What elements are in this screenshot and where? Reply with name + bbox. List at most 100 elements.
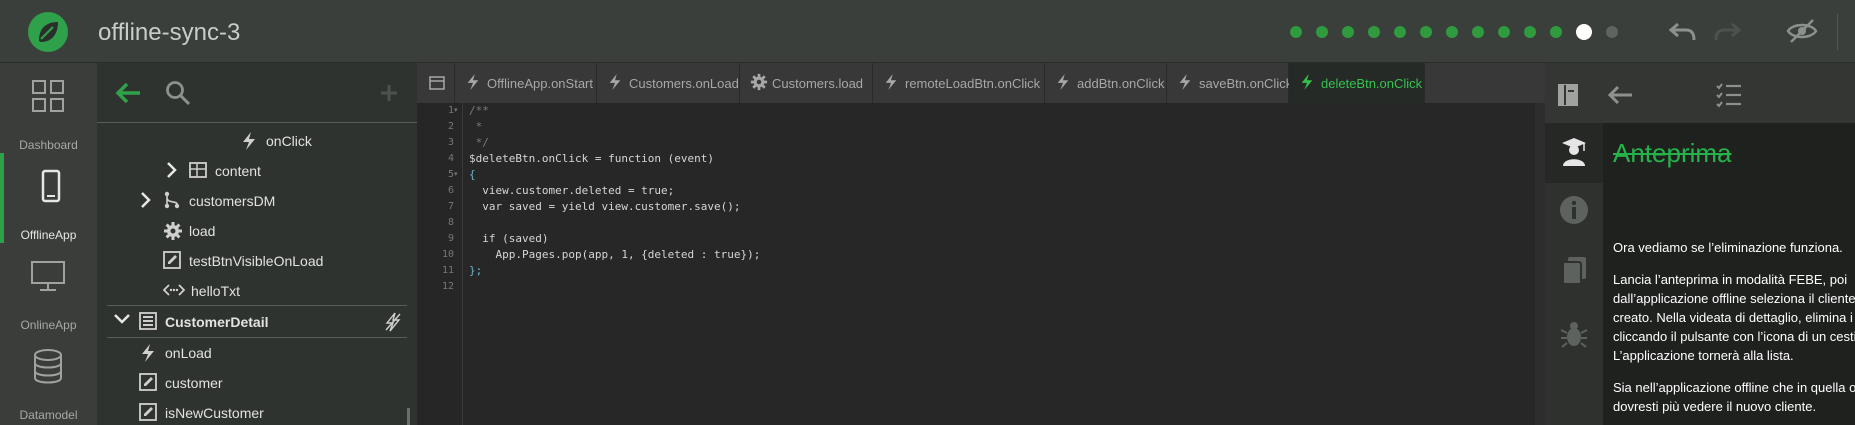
project-tree-panel: onClick content customersDM load testBtn… <box>97 63 417 425</box>
tree-item[interactable]: helloTxt <box>97 276 407 306</box>
progress-dot[interactable] <box>1342 26 1354 38</box>
progress-dot-current[interactable] <box>1576 24 1592 40</box>
tree-item[interactable]: customersDM <box>97 186 407 216</box>
nav-item-onlineapp[interactable]: OnlineApp <box>0 243 97 333</box>
preview-paragraph: Ora vediamo se l’eliminazione funziona. <box>1613 240 1843 255</box>
tutor-tab[interactable] <box>1545 123 1603 183</box>
info-icon[interactable] <box>1559 195 1589 230</box>
edit-icon <box>139 373 157 394</box>
preview-panel: Anteprima Ora vediamo se l’eliminazione … <box>1545 63 1855 425</box>
tree-item-label: onClick <box>266 133 312 149</box>
progress-dot[interactable] <box>1472 26 1484 38</box>
editor-toggle-button[interactable] <box>417 63 455 103</box>
tab-remoteloadbtn-onclick[interactable]: remoteLoadBtn.onClick <box>873 63 1045 103</box>
progress-dot[interactable] <box>1420 26 1432 38</box>
hide-preview-icon[interactable] <box>1785 18 1819 49</box>
leaf-logo-icon[interactable] <box>28 12 68 52</box>
code-line: { <box>469 168 476 181</box>
search-icon[interactable] <box>165 80 191 111</box>
code-editor: OfflineApp.onStart Customers.onLoad Cust… <box>417 63 1545 425</box>
line-number: 1 <box>447 105 454 116</box>
monitor-icon <box>31 259 65 298</box>
redo-icon[interactable] <box>1712 20 1742 49</box>
nav-label: OfflineApp <box>20 228 77 242</box>
book-icon[interactable] <box>1557 83 1579 112</box>
preview-paragraph-line: cliccando il pulsante con l’icona di un … <box>1613 329 1855 344</box>
tab-addbtn-onclick[interactable]: addBtn.onClick <box>1045 63 1167 103</box>
tree-item-page[interactable]: CustomerDetail <box>97 307 407 337</box>
gear-icon <box>163 221 183 244</box>
chevron-right-icon[interactable] <box>165 161 177 182</box>
progress-dot[interactable] <box>1368 26 1380 38</box>
chevron-down-icon[interactable] <box>113 312 131 329</box>
tab-offlineapp-onstart[interactable]: OfflineApp.onStart <box>455 63 597 103</box>
tab-customers-load[interactable]: Customers.load <box>740 63 873 103</box>
progress-dot[interactable] <box>1316 26 1328 38</box>
preview-paragraph-line: dovresti più vedere il nuovo cliente. <box>1613 399 1817 414</box>
gear-icon <box>750 73 768 94</box>
preview-paragraph-line: L’applicazione tornerà alla lista. <box>1613 348 1794 363</box>
nav-item-datamodel[interactable]: Datamodel <box>0 333 97 423</box>
code-line: */ <box>469 136 489 149</box>
fold-marker-icon[interactable]: ▾ <box>454 106 458 114</box>
tab-label: deleteBtn.onClick <box>1321 76 1423 91</box>
bug-icon[interactable] <box>1559 319 1589 354</box>
line-number: 9 <box>447 233 454 244</box>
tree-item[interactable]: onClick <box>97 126 407 156</box>
code-line: if (saved) <box>469 232 549 245</box>
tree-scrollbar[interactable] <box>407 408 410 425</box>
back-arrow-icon[interactable] <box>115 82 141 109</box>
tab-label: remoteLoadBtn.onClick <box>905 76 1041 91</box>
tab-deletebtn-onclick[interactable]: deleteBtn.onClick <box>1289 63 1425 103</box>
tab-savebtn-onclick[interactable]: saveBtn.onClick <box>1167 63 1292 103</box>
progress-dot[interactable] <box>1394 26 1406 38</box>
fold-marker-icon[interactable]: ▾ <box>454 170 458 178</box>
progress-dot[interactable] <box>1550 26 1562 38</box>
header-divider <box>1837 14 1838 50</box>
tree-item-label: load <box>189 223 216 239</box>
progress-dot[interactable] <box>1290 26 1302 38</box>
progress-dot[interactable] <box>1446 26 1458 38</box>
tab-label: Customers.load <box>772 76 864 91</box>
progress-dot[interactable] <box>1606 26 1618 38</box>
chevron-right-icon[interactable] <box>139 191 151 212</box>
nav-item-offlineapp[interactable]: OfflineApp <box>0 153 97 243</box>
bolt-icon <box>240 131 258 154</box>
tree-item[interactable]: onLoad <box>97 338 407 368</box>
nav-label: OnlineApp <box>20 318 77 332</box>
tree-item-label: CustomerDetail <box>165 314 269 330</box>
nav-item-dashboard[interactable]: Dashboard <box>0 63 97 153</box>
line-number: 7 <box>447 201 454 212</box>
progress-dot[interactable] <box>1498 26 1510 38</box>
tree-item[interactable]: load <box>97 216 407 246</box>
add-icon[interactable] <box>379 83 399 108</box>
tab-customers-onload[interactable]: Customers.onLoad <box>597 63 740 103</box>
tree-item-label: content <box>215 163 261 179</box>
code-line: var saved = yield view.customer.save(); <box>469 200 741 213</box>
bolt-icon <box>1055 73 1071 94</box>
tree-item[interactable]: customer <box>97 368 407 398</box>
line-number: 3 <box>447 137 454 148</box>
tree-item[interactable]: testBtnVisibleOnLoad <box>97 246 407 276</box>
checklist-icon[interactable] <box>1715 82 1743 113</box>
app-title: offline-sync-3 <box>98 19 241 46</box>
undo-icon[interactable] <box>1668 20 1698 49</box>
code-icon <box>162 281 186 302</box>
grid-icon <box>31 79 65 118</box>
preview-content: Anteprima Ora vediamo se l’eliminazione … <box>1603 123 1855 425</box>
line-number: 5 <box>447 169 454 180</box>
editor-scroll-track[interactable] <box>1535 103 1545 425</box>
code-line: * <box>469 120 483 133</box>
code-area[interactable]: 1 2 3 4 5 6 7 8 9 10 11 12 ▾ ▾ /** * */ … <box>417 103 1545 425</box>
tree-item[interactable]: content <box>97 156 407 186</box>
phone-icon <box>34 169 68 208</box>
line-number: 4 <box>447 153 454 164</box>
back-arrow-icon[interactable] <box>1607 85 1633 110</box>
tree-item[interactable]: isNewCustomer <box>97 398 407 425</box>
line-number-gutter: 1 2 3 4 5 6 7 8 9 10 11 12 ▾ ▾ <box>417 103 463 425</box>
lightning-sync-icon[interactable] <box>384 312 402 335</box>
tree-separator <box>107 305 407 306</box>
tree-toolbar <box>97 63 417 123</box>
documents-icon[interactable] <box>1559 255 1589 290</box>
progress-dot[interactable] <box>1524 26 1536 38</box>
